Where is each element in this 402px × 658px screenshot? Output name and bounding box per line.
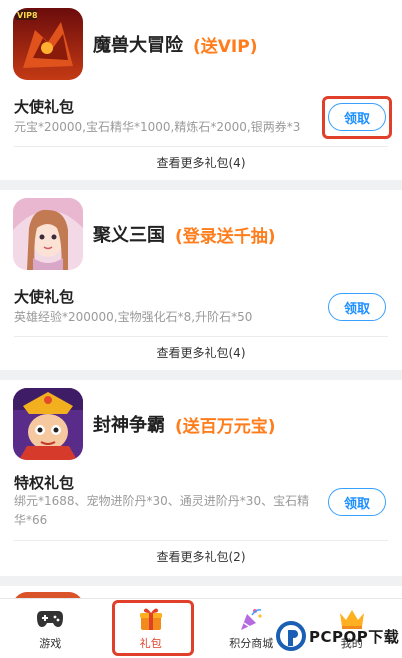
- game-card: [0, 586, 402, 598]
- more-gifts-link[interactable]: 查看更多礼包(4): [0, 154, 402, 171]
- game-promo: (送VIP): [193, 36, 258, 57]
- game-header: VIP8 魔兽大冒险 (送VIP): [13, 8, 257, 80]
- game-promo: (登录送千抽): [175, 226, 276, 247]
- warcraft-adventure-game-icon[interactable]: VIP8: [13, 8, 83, 80]
- divider: [14, 336, 388, 337]
- game-card: 封神争霸 (送百万元宝) 特权礼包 绑元*1688、宠物进阶丹*30、通灵进阶丹…: [0, 380, 402, 576]
- claim-button[interactable]: 领取: [328, 293, 386, 321]
- game-header: 封神争霸 (送百万元宝): [13, 388, 276, 460]
- gift-title: 大使礼包: [14, 288, 75, 306]
- gamepad-icon: [35, 606, 65, 632]
- gift-description: 元宝*20000,宝石精华*1000,精炼石*2000,银两券*3: [14, 120, 301, 134]
- more-gifts-link[interactable]: 查看更多礼包(2): [0, 548, 402, 565]
- gift-title: 大使礼包: [14, 98, 75, 116]
- gift-description: 绑元*1688、宠物进阶丹*30、通灵进阶丹*30、宝石精华*66: [14, 494, 310, 527]
- game-promo: (送百万元宝): [175, 416, 276, 437]
- more-gifts-link[interactable]: 查看更多礼包(4): [0, 344, 402, 361]
- game-header: 聚义三国 (登录送千抽): [13, 198, 276, 270]
- divider: [14, 540, 388, 541]
- gift-description: 英雄经验*200000,宝物强化石*8,升阶石*50: [14, 310, 253, 324]
- game-card: 聚义三国 (登录送千抽) 大使礼包 英雄经验*200000,宝物强化石*8,升阶…: [0, 190, 402, 370]
- gift-title: 特权礼包: [14, 474, 75, 492]
- fengshen-game-icon[interactable]: [13, 388, 83, 460]
- watermark: PCPOP下载: [276, 618, 399, 654]
- svg-text:VIP8: VIP8: [17, 11, 38, 20]
- game-title: 魔兽大冒险: [93, 35, 183, 56]
- game-title: 封神争霸: [93, 415, 165, 436]
- tab-label: 积分商城: [229, 637, 274, 650]
- tab-label: 游戏: [39, 637, 62, 650]
- tab-gifts-highlight: [112, 600, 194, 656]
- watermark-text: PCPOP下载: [309, 627, 400, 646]
- claim-button-highlight: [322, 96, 392, 139]
- divider: [14, 146, 388, 147]
- tab-games[interactable]: 游戏: [0, 599, 101, 658]
- pcpop-logo-icon: [276, 621, 306, 651]
- game-card: VIP8 魔兽大冒险 (送VIP) 大使礼包 元宝*20000,宝石精华*100…: [0, 0, 402, 180]
- gift-list: VIP8 魔兽大冒险 (送VIP) 大使礼包 元宝*20000,宝石精华*100…: [0, 0, 402, 598]
- claim-button[interactable]: 领取: [328, 488, 386, 516]
- party-popper-icon: [236, 606, 266, 632]
- game-title: 聚义三国: [93, 225, 165, 246]
- three-kingdoms-game-icon[interactable]: [13, 198, 83, 270]
